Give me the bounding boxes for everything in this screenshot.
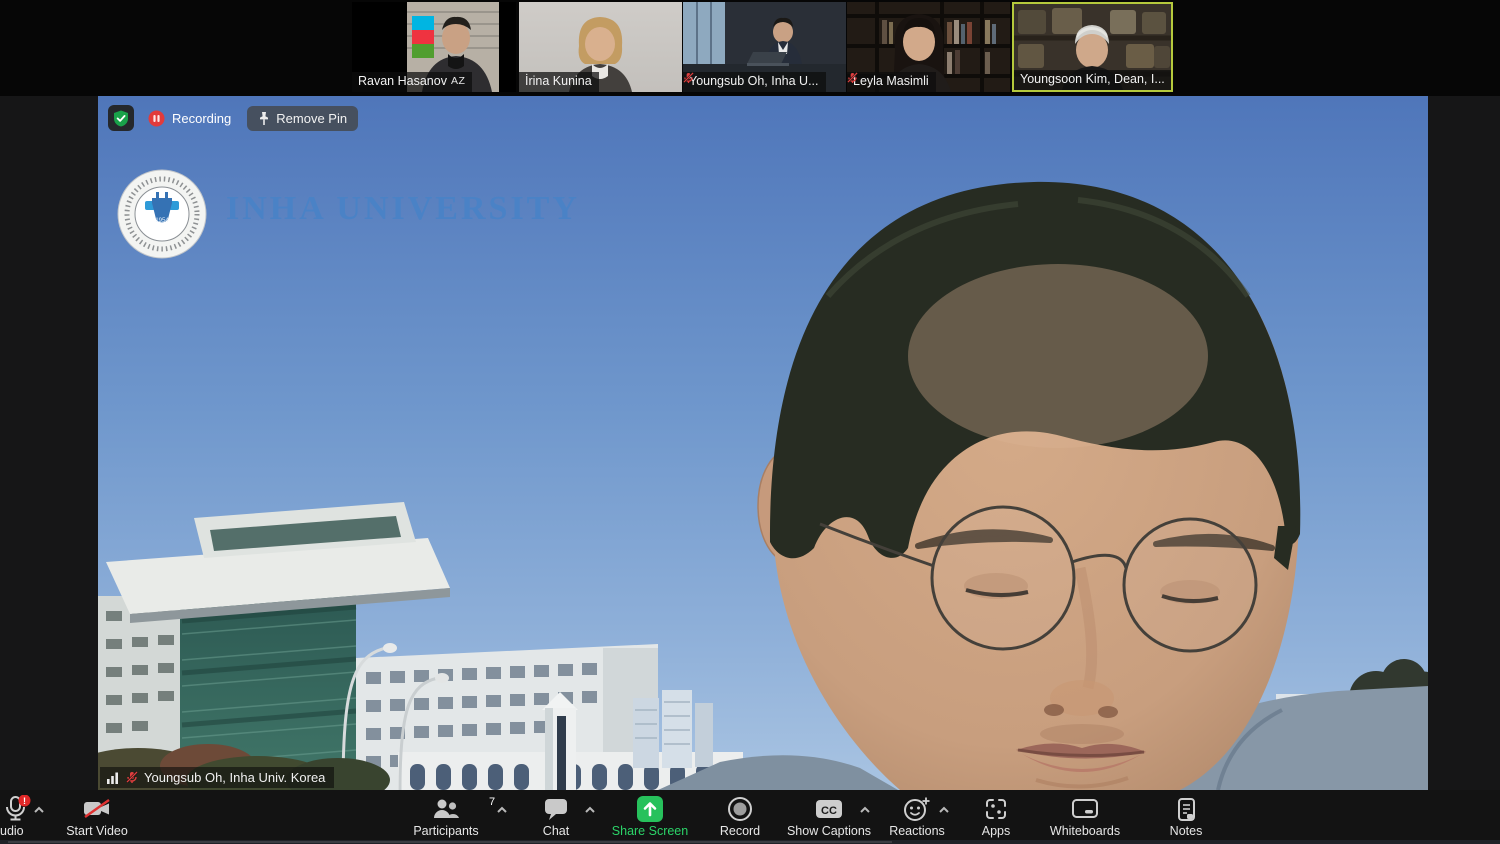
zoom-meeting-window: Ravan HasanovAZ: [0, 0, 1500, 844]
recording-label: Recording: [172, 111, 231, 126]
pinned-video-youngsub-oh[interactable]: 1954: [98, 96, 1428, 790]
security-shield-button[interactable]: [108, 105, 134, 131]
remove-pin-button[interactable]: Remove Pin: [247, 106, 358, 131]
record-label: Record: [720, 824, 760, 838]
connection-signal-icon: [107, 772, 120, 784]
share-screen-label: Share Screen: [612, 824, 688, 838]
join-audio-button[interactable]: ! udio: [0, 790, 52, 840]
participant-name-label: Leyla Masimli: [847, 72, 936, 92]
participants-icon: [431, 797, 461, 821]
reactions-label: Reactions: [889, 824, 945, 838]
remove-pin-label: Remove Pin: [276, 111, 347, 126]
participant-name-label: Youngsub Oh, Inha U...: [683, 72, 826, 92]
join-audio-label: udio: [0, 824, 24, 838]
chat-options-caret[interactable]: [584, 801, 596, 809]
flag-az-text: AZ: [451, 73, 465, 90]
show-captions-label: Show Captions: [787, 824, 871, 838]
chat-button[interactable]: Chat: [526, 790, 586, 840]
azerbaijan-flag: [412, 16, 434, 58]
recording-indicator: Recording: [148, 110, 231, 127]
notes-button[interactable]: Notes: [1158, 790, 1214, 840]
participants-label: Participants: [413, 824, 478, 838]
chat-bubble-icon: [543, 797, 569, 821]
svg-text:CC: CC: [821, 805, 837, 817]
video-camera-off-icon: [82, 798, 112, 820]
audio-options-caret[interactable]: [33, 801, 45, 809]
record-button[interactable]: Record: [712, 790, 768, 840]
participant-name: Youngsoon Kim, Dean, I...: [1020, 71, 1165, 88]
captions-options-caret[interactable]: [859, 801, 871, 809]
apps-button[interactable]: Apps: [972, 790, 1020, 840]
thumbnail-leyla-masimli[interactable]: Leyla Masimli: [847, 2, 1010, 92]
notes-icon: [1174, 797, 1198, 822]
participant-name: İrina Kunina: [525, 73, 592, 90]
whiteboard-icon: [1071, 798, 1099, 820]
share-screen-button[interactable]: Share Screen: [607, 790, 693, 840]
share-screen-icon: [637, 796, 663, 822]
record-icon: [727, 796, 753, 822]
seal-year-text: 1954: [155, 218, 169, 224]
notes-label: Notes: [1170, 824, 1203, 838]
microphone-icon: !: [2, 795, 32, 823]
meeting-toolbar: ! udio Start Video: [0, 790, 1500, 844]
recording-icon: [148, 110, 165, 127]
whiteboards-button[interactable]: Whiteboards: [1044, 790, 1126, 840]
white-monument: [542, 692, 578, 790]
security-shield-icon: [113, 110, 129, 127]
svg-text:!: !: [23, 796, 26, 806]
muted-mic-icon: [126, 771, 138, 784]
apps-icon: [984, 797, 1008, 821]
closed-captions-icon: CC: [815, 798, 843, 820]
muted-mic-icon: [683, 72, 694, 84]
whiteboards-label: Whiteboards: [1050, 824, 1120, 838]
participant-name: Ravan Hasanov: [358, 73, 447, 90]
participant-name: Leyla Masimli: [853, 73, 929, 90]
reactions-options-caret[interactable]: [938, 801, 950, 809]
participant-name-label: Youngsoon Kim, Dean, I...: [1014, 70, 1171, 90]
participants-count-badge: 7: [489, 796, 495, 808]
start-video-button[interactable]: Start Video: [57, 790, 137, 840]
thumbnail-youngsoon-kim-active-speaker[interactable]: Youngsoon Kim, Dean, I...: [1012, 2, 1173, 92]
thumbnail-ravan-hasanov[interactable]: Ravan HasanovAZ: [352, 2, 516, 92]
inha-university-seal: 1954: [118, 170, 206, 258]
start-video-label: Start Video: [66, 824, 128, 838]
participant-name: Youngsub Oh, Inha U...: [689, 73, 819, 90]
participant-name-label: İrina Kunina: [519, 72, 599, 92]
speaker-name-text: Youngsub Oh, Inha Univ. Korea: [144, 770, 325, 785]
reactions-button[interactable]: Reactions: [884, 790, 950, 840]
participants-button[interactable]: Participants: [400, 790, 492, 840]
show-captions-button[interactable]: CC Show Captions: [783, 790, 875, 840]
thumbnail-irina-kunina[interactable]: İrina Kunina: [519, 2, 682, 92]
participants-options-caret[interactable]: [496, 801, 508, 809]
window-bottom-edge: [0, 840, 1500, 844]
reactions-smiley-icon: [903, 796, 931, 822]
chat-label: Chat: [543, 824, 569, 838]
speaker-name-tag: Youngsub Oh, Inha Univ. Korea: [100, 767, 334, 788]
participant-name-label: Ravan HasanovAZ: [352, 72, 472, 92]
muted-mic-icon: [847, 72, 858, 84]
thumbnail-youngsub-oh[interactable]: Youngsub Oh, Inha U...: [683, 2, 846, 92]
inha-university-wordmark: INHA UNIVERSITY: [226, 190, 580, 228]
apps-label: Apps: [982, 824, 1011, 838]
participant-thumbnail-strip: Ravan HasanovAZ: [0, 0, 1500, 96]
pin-icon: [258, 111, 270, 126]
